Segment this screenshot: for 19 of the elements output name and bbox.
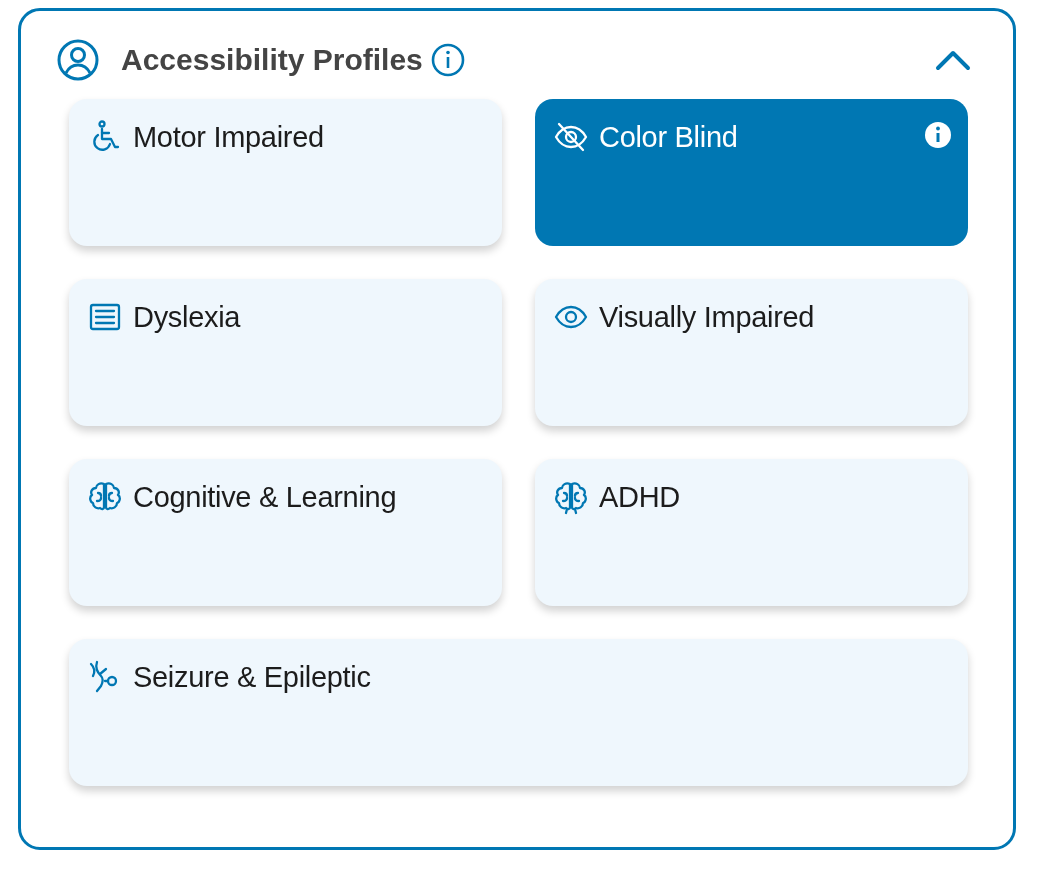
profile-card[interactable]: Cognitive & Learning: [69, 459, 502, 606]
profile-card[interactable]: Color Blind: [535, 99, 968, 246]
profile-card[interactable]: Visually Impaired: [535, 279, 968, 426]
profile-label: Motor Impaired: [133, 120, 324, 154]
profile-label: Color Blind: [599, 120, 738, 154]
user-circle-icon: [57, 39, 99, 81]
info-icon[interactable]: [430, 43, 465, 77]
profile-label: Dyslexia: [133, 300, 241, 334]
profile-label: Visually Impaired: [599, 300, 815, 334]
profile-label: Seizure & Epileptic: [133, 660, 371, 694]
profile-card[interactable]: Seizure & Epileptic: [69, 639, 968, 786]
info-icon[interactable]: [924, 121, 952, 149]
profile-card[interactable]: Motor Impaired: [69, 99, 502, 246]
profile-label: ADHD: [599, 480, 680, 514]
profile-card[interactable]: Dyslexia: [69, 279, 502, 426]
profile-card[interactable]: ADHD: [535, 459, 968, 606]
brain-icon: [553, 479, 589, 515]
profile-label: Cognitive & Learning: [133, 480, 397, 514]
panel-title: Accessibility Profiles: [121, 43, 423, 77]
